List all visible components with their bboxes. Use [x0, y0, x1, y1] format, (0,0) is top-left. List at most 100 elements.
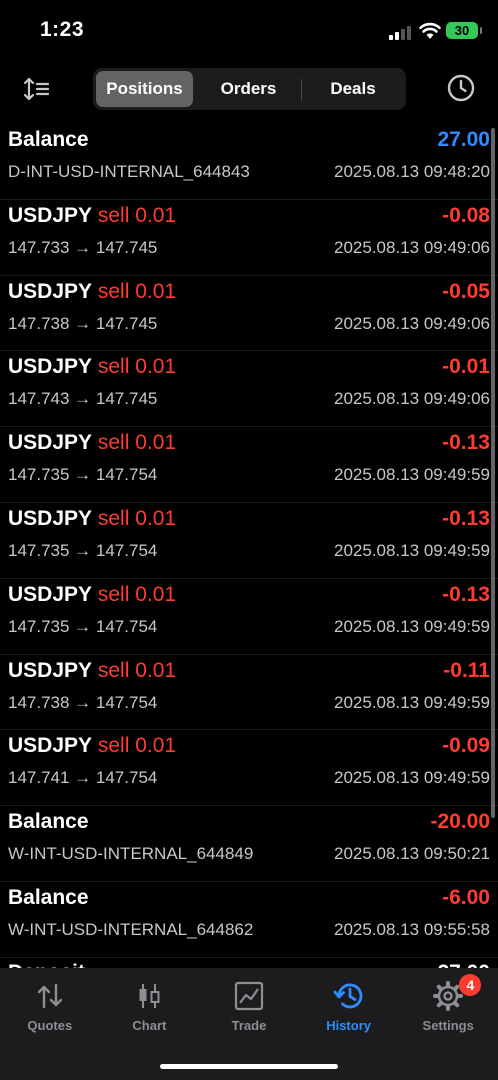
status-time: 1:23 [40, 18, 85, 41]
segment-positions[interactable]: Positions [96, 71, 193, 107]
row-symbol: USDJPY [8, 203, 93, 227]
row-title: Balance [8, 886, 89, 910]
row-amount: -20.00 [430, 810, 490, 834]
row-symbol: USDJPY [8, 582, 93, 606]
history-row[interactable]: USDJPY sell 0.01 -0.11 147.738 → 147.754 20… [0, 655, 498, 731]
row-symbol: Balance [8, 810, 89, 834]
row-date: 2025.08.13 09:55:58 [334, 919, 490, 939]
row-side: sell 0.01 [97, 582, 177, 606]
row-title: USDJPY sell 0.01 [8, 659, 176, 683]
row-side: sell 0.01 [97, 658, 177, 682]
row-title: USDJPY sell 0.01 [8, 280, 176, 304]
row-symbol: USDJPY [8, 734, 93, 758]
row-symbol: Balance [8, 885, 89, 909]
quotes-arrows-icon [37, 983, 62, 1009]
row-date: 2025.08.13 09:49:06 [334, 237, 490, 257]
row-date: 2025.08.13 09:49:06 [334, 313, 490, 333]
row-date: 2025.08.13 09:49:59 [334, 768, 490, 788]
row-detail: 147.738 → 147.745 [8, 313, 158, 333]
row-side: sell 0.01 [97, 506, 177, 530]
row-amount: -0.09 [442, 734, 490, 758]
tab-label: Chart [132, 1018, 167, 1033]
row-date: 2025.08.13 09:49:59 [334, 616, 490, 636]
tab-quotes[interactable]: Quotes [0, 968, 100, 1048]
row-detail: W-INT-USD-INTERNAL_644862 [8, 919, 254, 939]
row-amount: -0.13 [442, 506, 490, 530]
history-row[interactable]: USDJPY sell 0.01 -0.01 147.743 → 147.745 20… [0, 351, 498, 428]
segment-deals[interactable]: Deals [303, 71, 403, 107]
row-amount: -0.13 [442, 582, 490, 606]
history-row[interactable]: USDJPY sell 0.01 -0.13 147.735 → 147.754 20… [0, 579, 498, 655]
row-side: sell 0.01 [97, 279, 177, 303]
history-row[interactable]: USDJPY sell 0.01 -0.13 147.735 → 147.754 20… [0, 427, 498, 503]
row-date: 2025.08.13 09:49:06 [334, 389, 490, 409]
trade-chart-icon [234, 981, 264, 1011]
row-amount: -6.00 [442, 885, 490, 909]
history-row[interactable]: Balance 27.00 D-INT-USD-INTERNAL_644843 202… [0, 124, 498, 200]
row-date: 2025.08.13 09:49:59 [334, 692, 490, 712]
home-indicator [160, 1064, 338, 1069]
period-clock-icon[interactable] [446, 73, 476, 103]
row-detail: 147.735 → 147.754 [8, 540, 158, 560]
row-detail: 147.735 → 147.754 [8, 465, 158, 485]
row-title: USDJPY sell 0.01 [8, 431, 176, 455]
settings-badge: 4 [459, 974, 482, 996]
tab-settings[interactable]: 4 Settings [398, 968, 498, 1048]
row-detail: 147.738 → 147.754 [8, 692, 158, 712]
tab-label: Quotes [27, 1018, 73, 1033]
row-amount: -0.01 [442, 355, 490, 379]
tab-trade[interactable]: Trade [199, 968, 299, 1048]
wifi-icon [419, 22, 441, 39]
row-side: sell 0.01 [97, 355, 177, 379]
row-symbol: USDJPY [8, 431, 93, 455]
battery-icon: 30 [446, 22, 482, 39]
history-segmented-control: Positions Orders Deals [93, 68, 406, 110]
history-row[interactable]: Balance -6.00 W-INT-USD-INTERNAL_644862 202… [0, 882, 498, 958]
list-scrollbar[interactable] [491, 128, 495, 818]
history-row[interactable]: USDJPY sell 0.01 -0.08 147.733 → 147.745 20… [0, 200, 498, 276]
segment-divider [301, 79, 302, 101]
row-title: USDJPY sell 0.01 [8, 355, 176, 379]
row-detail: 147.733 → 147.745 [8, 237, 158, 257]
tab-history[interactable]: History [299, 968, 399, 1048]
row-detail: 147.735 → 147.754 [8, 616, 158, 636]
row-side: sell 0.01 [97, 431, 177, 455]
row-symbol: USDJPY [8, 279, 93, 303]
row-symbol: USDJPY [8, 658, 93, 682]
segment-orders[interactable]: Orders [196, 71, 301, 107]
row-detail: 147.741 → 147.754 [8, 768, 158, 788]
row-title: USDJPY sell 0.01 [8, 507, 176, 531]
row-title: USDJPY sell 0.01 [8, 583, 176, 607]
tab-label: History [326, 1018, 371, 1033]
row-amount: -0.11 [443, 658, 490, 682]
history-row[interactable]: Balance -20.00 W-INT-USD-INTERNAL_644849 20… [0, 806, 498, 882]
row-side: sell 0.01 [97, 203, 177, 227]
row-title: Balance [8, 128, 89, 152]
row-amount: -0.08 [442, 203, 490, 227]
row-side: sell 0.01 [97, 734, 177, 758]
history-list[interactable]: Balance 27.00 D-INT-USD-INTERNAL_644843 202… [0, 124, 498, 968]
tab-chart[interactable]: Chart [100, 968, 200, 1048]
row-amount: -0.05 [442, 279, 490, 303]
history-row[interactable]: USDJPY sell 0.01 -0.09 147.741 → 147.754 20… [0, 730, 498, 807]
row-detail: W-INT-USD-INTERNAL_644849 [8, 844, 254, 864]
candlestick-icon [139, 984, 160, 1008]
row-symbol: USDJPY [8, 355, 93, 379]
row-amount: 27.00 [437, 128, 490, 151]
row-symbol: Balance [8, 128, 89, 151]
history-toolbar: Positions Orders Deals [0, 66, 498, 112]
row-detail: D-INT-USD-INTERNAL_644843 [8, 162, 250, 181]
history-row[interactable]: USDJPY sell 0.01 -0.13 147.735 → 147.754 20… [0, 503, 498, 579]
cellular-signal-icon [389, 26, 413, 40]
row-date: 2025.08.13 09:49:59 [334, 540, 490, 560]
row-amount: -0.13 [442, 431, 490, 455]
sort-icon[interactable] [22, 75, 52, 103]
tab-label: Trade [231, 1018, 267, 1033]
history-row[interactable]: USDJPY sell 0.01 -0.05 147.738 → 147.745 20… [0, 276, 498, 352]
tab-label: Settings [422, 1018, 474, 1033]
row-title: USDJPY sell 0.01 [8, 204, 176, 228]
row-date: 2025.08.13 09:50:21 [334, 844, 490, 864]
status-bar: 1:23 30 [0, 0, 498, 60]
row-date: 2025.08.13 09:48:20 [334, 162, 490, 181]
row-symbol: USDJPY [8, 506, 93, 530]
